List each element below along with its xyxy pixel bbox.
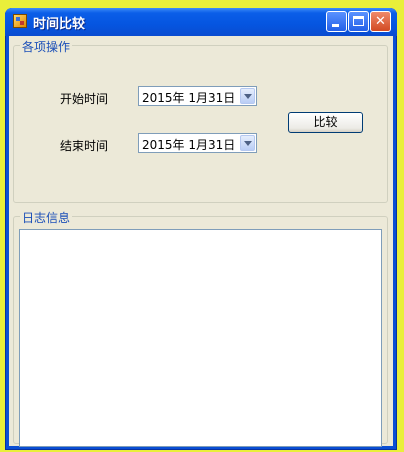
operations-groupbox: 各项操作 开始时间 2015年 1月31日 结束时间 2015年 1月31日 比… <box>13 38 388 203</box>
end-date-value: 2015年 1月31日 <box>142 138 236 152</box>
title-bar[interactable]: 时间比较 ✕ <box>5 8 397 36</box>
client-area: 各项操作 开始时间 2015年 1月31日 结束时间 2015年 1月31日 比… <box>9 36 393 447</box>
main-window: 时间比较 ✕ 各项操作 开始时间 2015年 1月31日 结束时间 2015年 … <box>5 8 397 450</box>
log-group-title: 日志信息 <box>20 209 73 226</box>
operations-group-title: 各项操作 <box>20 38 73 55</box>
app-icon <box>13 14 27 28</box>
close-icon: ✕ <box>375 14 386 29</box>
minimize-button[interactable] <box>326 11 347 32</box>
window-title: 时间比较 <box>33 17 86 32</box>
maximize-button[interactable] <box>348 11 369 32</box>
close-button[interactable]: ✕ <box>370 11 391 32</box>
compare-button[interactable]: 比较 <box>288 112 363 133</box>
start-date-value: 2015年 1月31日 <box>142 91 236 105</box>
start-date-picker[interactable]: 2015年 1月31日 <box>138 86 257 106</box>
log-textbox[interactable] <box>19 229 382 447</box>
start-time-label: 开始时间 <box>60 92 109 106</box>
maximize-icon <box>353 16 364 26</box>
chevron-down-icon[interactable] <box>240 88 255 104</box>
end-date-picker[interactable]: 2015年 1月31日 <box>138 133 257 153</box>
minimize-icon <box>332 24 339 27</box>
chevron-down-icon[interactable] <box>240 135 255 151</box>
end-time-label: 结束时间 <box>60 139 109 153</box>
